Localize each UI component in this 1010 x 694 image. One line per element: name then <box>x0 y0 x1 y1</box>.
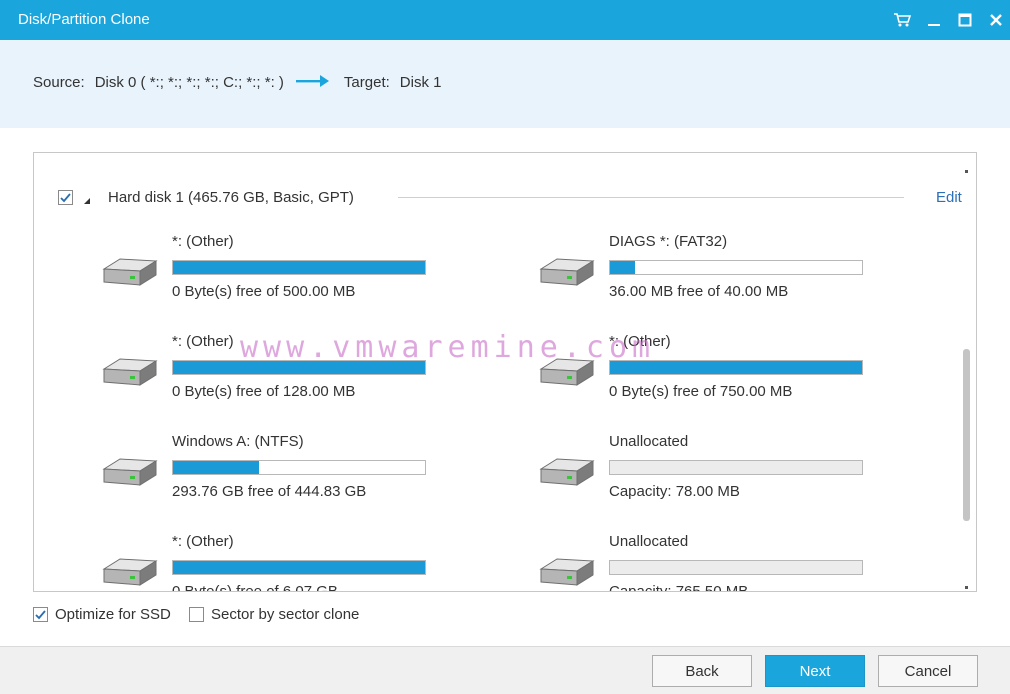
footer-bar: Back Next Cancel <box>0 646 1010 694</box>
partition-name: *: (Other) <box>172 533 234 550</box>
maximize-icon[interactable] <box>951 6 979 34</box>
partition-name: Windows A: (NTFS) <box>172 433 304 450</box>
partition-item[interactable]: *: (Other) 0 Byte(s) free of 6.07 GB <box>98 533 426 592</box>
hard-drive-icon <box>535 455 597 493</box>
partition-info: 36.00 MB free of 40.00 MB <box>609 283 789 300</box>
partition-info: 0 Byte(s) free of 750.00 MB <box>609 383 793 400</box>
partition-name: *: (Other) <box>172 333 234 350</box>
watermark-text: www.vmwaremine.com <box>240 330 656 365</box>
usage-bar <box>172 460 426 475</box>
close-icon[interactable] <box>982 6 1010 34</box>
clone-summary-header: Source: Disk 0 ( *:; *:; *:; *:; C:; *:;… <box>0 40 1010 128</box>
partition-name: DIAGS *: (FAT32) <box>609 233 728 250</box>
minimize-icon[interactable] <box>920 6 948 34</box>
partition-info: 0 Byte(s) free of 6.07 GB <box>172 583 338 592</box>
partition-item[interactable]: Unallocated Capacity: 765.50 MB <box>535 533 863 592</box>
source-label: Source: <box>33 74 85 91</box>
partition-info: Capacity: 765.50 MB <box>609 583 749 592</box>
optimize-ssd-label: Optimize for SSD <box>55 606 171 623</box>
disk-title: Hard disk 1 (465.76 GB, Basic, GPT) <box>108 189 354 206</box>
partition-name: Unallocated <box>609 533 689 550</box>
usage-bar <box>609 460 863 475</box>
scrollbar-thumb[interactable] <box>963 349 970 521</box>
cart-icon[interactable] <box>888 6 916 34</box>
usage-bar <box>609 260 863 275</box>
partition-list-panel: Hard disk 1 (465.76 GB, Basic, GPT) Edit… <box>33 152 977 592</box>
sector-clone-label: Sector by sector clone <box>211 606 360 623</box>
partition-info: 0 Byte(s) free of 128.00 MB <box>172 383 356 400</box>
target-label: Target: <box>343 74 390 91</box>
partition-item[interactable]: *: (Other) 0 Byte(s) free of 500.00 MB <box>98 233 426 303</box>
title-bar: Disk/Partition Clone <box>0 0 1010 40</box>
next-button[interactable]: Next <box>765 655 865 687</box>
collapse-triangle-icon[interactable] <box>83 192 91 209</box>
partition-info: Capacity: 78.00 MB <box>609 483 740 500</box>
divider <box>398 197 904 198</box>
optimize-ssd-checkbox[interactable] <box>33 607 48 622</box>
sector-clone-checkbox[interactable] <box>189 607 204 622</box>
hard-drive-icon <box>98 255 160 293</box>
partition-info: 293.76 GB free of 444.83 GB <box>172 483 367 500</box>
hard-drive-icon <box>98 455 160 493</box>
partition-item[interactable]: Unallocated Capacity: 78.00 MB <box>535 433 863 503</box>
arrow-right-icon <box>295 74 330 91</box>
back-button[interactable]: Back <box>652 655 752 687</box>
hard-drive-icon <box>98 555 160 591</box>
usage-fill <box>173 461 259 474</box>
hard-drive-icon <box>535 255 597 293</box>
source-value: Disk 0 ( *:; *:; *:; *:; C:; *:; *: ) <box>94 74 284 91</box>
scroll-down-icon[interactable] <box>965 577 969 591</box>
vertical-scrollbar[interactable] <box>958 153 976 591</box>
partition-item[interactable]: DIAGS *: (FAT32) 36.00 MB free of 40.00 … <box>535 233 863 303</box>
usage-bar <box>172 560 426 575</box>
cancel-button[interactable]: Cancel <box>878 655 978 687</box>
usage-bar <box>172 260 426 275</box>
partition-info: 0 Byte(s) free of 500.00 MB <box>172 283 356 300</box>
usage-fill <box>173 261 425 274</box>
partition-name: Unallocated <box>609 433 689 450</box>
usage-bar <box>609 560 863 575</box>
target-value: Disk 1 <box>399 74 442 91</box>
hard-drive-icon <box>98 355 160 393</box>
disk-checkbox[interactable] <box>58 190 73 205</box>
usage-fill <box>610 261 636 274</box>
partition-name: *: (Other) <box>172 233 234 250</box>
disk-header: Hard disk 1 (465.76 GB, Basic, GPT) Edit <box>58 187 962 209</box>
window-title: Disk/Partition Clone <box>18 11 150 28</box>
partition-item[interactable]: Windows A: (NTFS) 293.76 GB free of 444.… <box>98 433 426 503</box>
scroll-up-icon[interactable] <box>965 161 969 178</box>
usage-fill <box>173 561 425 574</box>
hard-drive-icon <box>535 555 597 591</box>
